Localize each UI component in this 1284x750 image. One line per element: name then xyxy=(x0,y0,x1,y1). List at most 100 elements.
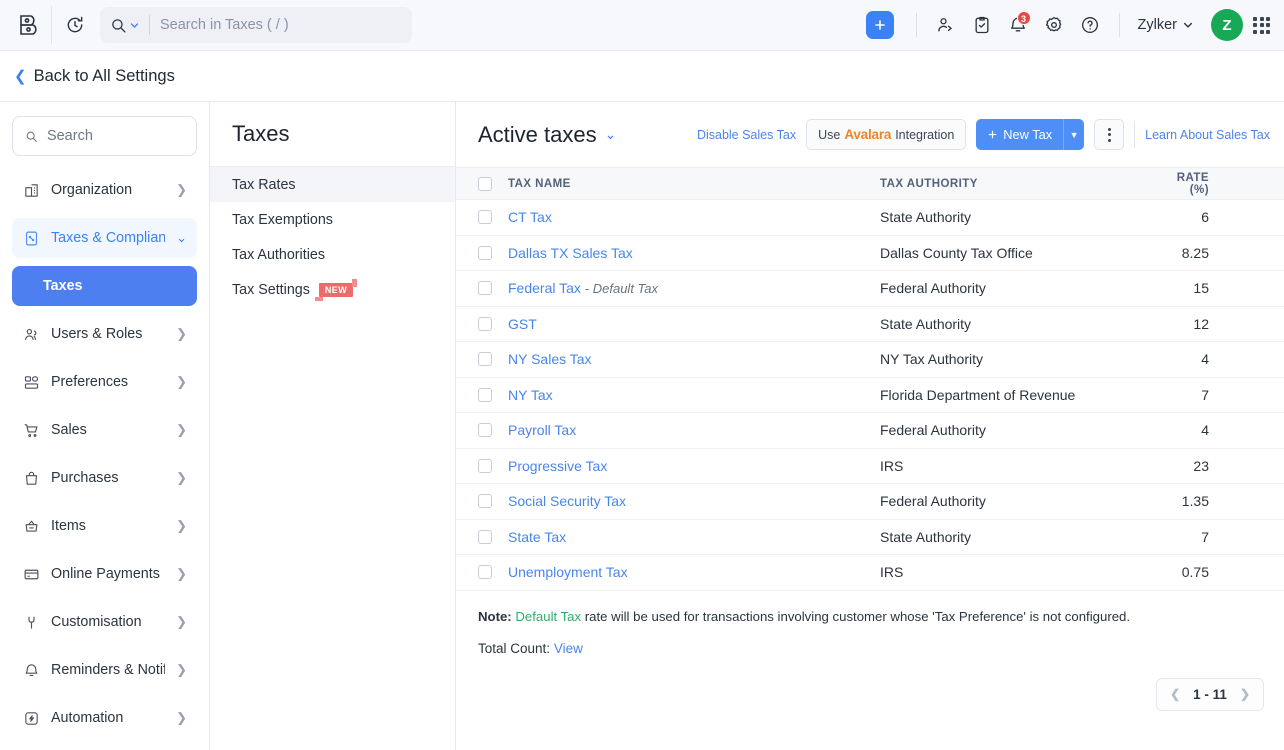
cell-tax-name: Dallas TX Sales Tax xyxy=(500,235,872,271)
row-checkbox[interactable] xyxy=(478,210,492,224)
sidebar-item-preferences[interactable]: Preferences ❯ xyxy=(12,362,197,402)
tax-name-link[interactable]: Federal Tax xyxy=(508,280,581,296)
avalara-brand: Avalara xyxy=(844,127,891,142)
select-all-checkbox[interactable] xyxy=(478,177,492,191)
cell-tax-name: GST xyxy=(500,306,872,342)
table-row[interactable]: State Tax State Authority 7 xyxy=(456,519,1284,555)
subnav-item-tax-rates[interactable]: Tax Rates xyxy=(210,167,455,202)
tax-name-link[interactable]: State Tax xyxy=(508,529,566,545)
back-to-all-settings-link[interactable]: ❮ Back to All Settings xyxy=(14,67,175,86)
help-icon[interactable] xyxy=(1073,8,1107,42)
apps-grid-icon[interactable] xyxy=(1253,17,1270,34)
tax-name-link[interactable]: CT Tax xyxy=(508,209,552,225)
cell-rate: 6 xyxy=(1154,200,1284,236)
cell-tax-authority: Florida Department of Revenue xyxy=(872,377,1154,413)
disable-sales-tax-link[interactable]: Disable Sales Tax xyxy=(697,128,796,142)
prev-page-button[interactable]: ❮ xyxy=(1170,687,1180,701)
header-divider xyxy=(1134,122,1135,148)
sidebar-item-label: Users & Roles xyxy=(51,326,165,342)
create-new-button[interactable] xyxy=(866,11,894,39)
column-tax-authority[interactable]: TAX AUTHORITY xyxy=(872,168,1154,200)
sidebar-item-reminders-notifications[interactable]: Reminders & Notifica... ❯ xyxy=(12,650,197,690)
row-checkbox[interactable] xyxy=(478,317,492,331)
sidebar-subitem-taxes[interactable]: Taxes xyxy=(12,266,197,306)
table-row[interactable]: Social Security Tax Federal Authority 1.… xyxy=(456,484,1284,520)
row-checkbox[interactable] xyxy=(478,565,492,579)
sidebar-item-automation[interactable]: Automation ❯ xyxy=(12,698,197,738)
next-page-button[interactable]: ❯ xyxy=(1240,687,1250,701)
table-row[interactable]: Unemployment Tax IRS 0.75 xyxy=(456,555,1284,591)
row-checkbox[interactable] xyxy=(478,423,492,437)
row-checkbox[interactable] xyxy=(478,281,492,295)
row-select-cell xyxy=(456,519,500,555)
total-count-view-link[interactable]: View xyxy=(554,641,583,656)
table-row[interactable]: CT Tax State Authority 6 xyxy=(456,200,1284,236)
row-checkbox[interactable] xyxy=(478,494,492,508)
avalara-integration-button[interactable]: Use Avalara Integration xyxy=(806,119,966,150)
table-row[interactable]: Payroll Tax Federal Authority 4 xyxy=(456,413,1284,449)
sidebar-item-items[interactable]: Items ❯ xyxy=(12,506,197,546)
sidebar-item-organization[interactable]: Organization ❯ xyxy=(12,170,197,210)
table-row[interactable]: GST State Authority 12 xyxy=(456,306,1284,342)
table-row[interactable]: Dallas TX Sales Tax Dallas County Tax Of… xyxy=(456,235,1284,271)
user-avatar[interactable]: Z xyxy=(1211,9,1243,41)
sidebar-item-taxes-compliance[interactable]: Taxes & Compliance ⌄ xyxy=(12,218,197,258)
contacts-icon[interactable] xyxy=(929,8,963,42)
chevron-down-icon: ⌄ xyxy=(176,230,187,246)
cell-tax-name: Social Security Tax xyxy=(500,484,872,520)
notification-badge: 3 xyxy=(1017,11,1031,25)
global-search[interactable] xyxy=(100,7,412,43)
new-tax-button-group[interactable]: New Tax ▼ xyxy=(976,119,1084,150)
subnav-item-tax-settings[interactable]: Tax Settings NEW xyxy=(210,272,455,307)
new-tax-dropdown-toggle[interactable]: ▼ xyxy=(1063,119,1084,150)
cell-tax-name: Progressive Tax xyxy=(500,448,872,484)
sidebar-item-customisation[interactable]: Customisation ❯ xyxy=(12,602,197,642)
organization-switcher[interactable]: Zylker xyxy=(1132,12,1199,38)
column-rate[interactable]: RATE (%) xyxy=(1154,168,1284,200)
more-options-button[interactable] xyxy=(1094,119,1124,150)
tax-name-link[interactable]: Unemployment Tax xyxy=(508,564,628,580)
tax-name-link[interactable]: GST xyxy=(508,316,537,332)
search-scope-dropdown[interactable] xyxy=(110,17,139,34)
row-checkbox[interactable] xyxy=(478,352,492,366)
cell-tax-authority: Federal Authority xyxy=(872,484,1154,520)
tax-name-link[interactable]: NY Tax xyxy=(508,387,553,403)
table-row[interactable]: NY Sales Tax NY Tax Authority 4 xyxy=(456,342,1284,378)
sidebar-search[interactable] xyxy=(12,116,197,156)
row-checkbox[interactable] xyxy=(478,459,492,473)
active-taxes-dropdown[interactable]: Active taxes ⌄ xyxy=(478,122,616,148)
items-icon xyxy=(22,517,40,535)
sidebar-search-input[interactable] xyxy=(47,128,184,144)
tax-name-link[interactable]: Social Security Tax xyxy=(508,493,626,509)
tax-name-link[interactable]: Payroll Tax xyxy=(508,422,576,438)
new-tax-button[interactable]: New Tax xyxy=(976,119,1063,150)
app-logo[interactable] xyxy=(8,6,52,44)
row-checkbox[interactable] xyxy=(478,530,492,544)
table-row[interactable]: NY Tax Florida Department of Revenue 7 xyxy=(456,377,1284,413)
sidebar-item-users-roles[interactable]: Users & Roles ❯ xyxy=(12,314,197,354)
tasks-clipboard-icon[interactable] xyxy=(965,8,999,42)
learn-about-sales-tax-link[interactable]: Learn About Sales Tax xyxy=(1145,128,1270,142)
tax-name-link[interactable]: Dallas TX Sales Tax xyxy=(508,245,633,261)
gear-icon[interactable] xyxy=(1037,8,1071,42)
table-row[interactable]: Progressive Tax IRS 23 xyxy=(456,448,1284,484)
row-checkbox[interactable] xyxy=(478,246,492,260)
column-tax-name[interactable]: TAX NAME xyxy=(500,168,872,200)
tax-rates-table: TAX NAME TAX AUTHORITY RATE (%) CT Tax S… xyxy=(456,167,1284,591)
subnav-item-label: Tax Settings xyxy=(232,282,310,298)
search-input[interactable] xyxy=(160,17,402,33)
taxes-subnav-title: Taxes xyxy=(210,102,455,167)
row-select-cell xyxy=(456,555,500,591)
row-checkbox[interactable] xyxy=(478,388,492,402)
tax-name-link[interactable]: NY Sales Tax xyxy=(508,351,592,367)
table-row[interactable]: Federal Tax - Default Tax Federal Author… xyxy=(456,271,1284,307)
tax-name-link[interactable]: Progressive Tax xyxy=(508,458,607,474)
recent-activity-icon[interactable] xyxy=(58,8,92,42)
back-bar: ❮ Back to All Settings xyxy=(0,51,1284,102)
sidebar-item-sales[interactable]: Sales ❯ xyxy=(12,410,197,450)
subnav-item-tax-exemptions[interactable]: Tax Exemptions xyxy=(210,202,455,237)
sidebar-item-purchases[interactable]: Purchases ❯ xyxy=(12,458,197,498)
sidebar-item-online-payments[interactable]: Online Payments ❯ xyxy=(12,554,197,594)
subnav-item-tax-authorities[interactable]: Tax Authorities xyxy=(210,237,455,272)
notifications-bell-icon[interactable]: 3 xyxy=(1001,8,1035,42)
